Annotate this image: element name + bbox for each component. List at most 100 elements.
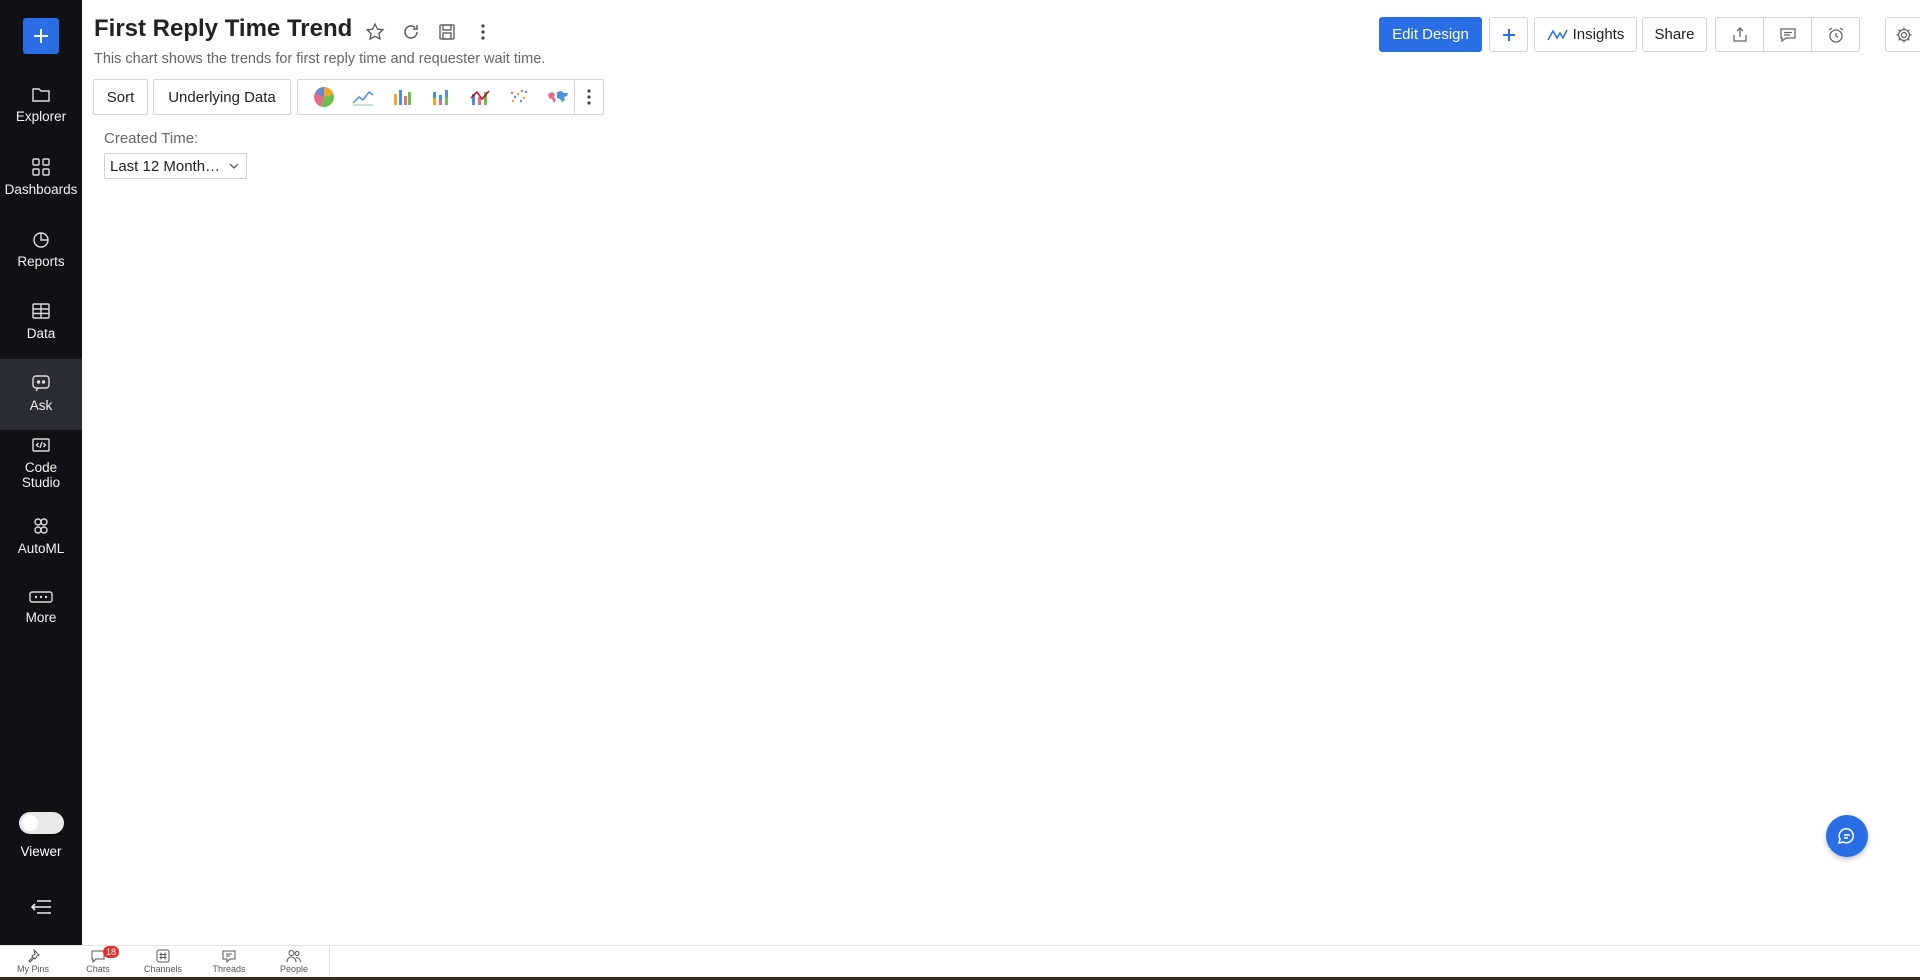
folder-icon xyxy=(32,88,50,102)
sidebar-item-label: Code Studio xyxy=(21,460,61,490)
people-icon xyxy=(286,950,301,963)
chat-assistant-button[interactable] xyxy=(1826,815,1868,857)
created-time-filter-label: Created Time: xyxy=(104,130,199,147)
bottombar-label: Threads xyxy=(212,964,246,974)
comments-button[interactable] xyxy=(1764,18,1812,51)
stacked-bar-chart-icon xyxy=(432,90,448,105)
chart-type-switcher xyxy=(297,79,604,115)
filter-selected-value: Last 12 Month… xyxy=(110,157,221,175)
title-more-options-button[interactable] xyxy=(472,21,494,43)
bottombar-label: Chats xyxy=(86,964,110,974)
bottom-messaging-bar: My Pins 18 Chats Channels Threads People xyxy=(0,945,1920,980)
export-icon xyxy=(1732,26,1747,42)
refresh-button[interactable] xyxy=(400,21,422,43)
sidebar-item-code-studio[interactable]: Code Studio xyxy=(0,437,82,490)
thread-icon xyxy=(222,950,236,963)
line-chart-type-button[interactable] xyxy=(343,80,382,114)
table-icon xyxy=(32,303,50,319)
collapse-sidebar-button[interactable] xyxy=(29,898,53,921)
bottombar-item-chats[interactable]: 18 Chats xyxy=(68,946,128,974)
sidebar-item-label: Dashboards xyxy=(4,182,78,197)
export-button[interactable] xyxy=(1716,18,1764,51)
sidebar-item-label: Ask xyxy=(29,398,53,413)
star-icon xyxy=(365,22,385,41)
sidebar-item-label: Reports xyxy=(17,254,65,269)
pie-chart-icon xyxy=(313,87,334,107)
stacked-bar-chart-type-button[interactable] xyxy=(421,80,460,114)
bar-chart-icon xyxy=(393,90,411,105)
edit-design-button[interactable]: Edit Design xyxy=(1379,17,1482,52)
insights-button[interactable]: Insights xyxy=(1534,17,1637,52)
kebab-menu-icon xyxy=(481,24,485,40)
favorite-button[interactable] xyxy=(364,21,386,43)
combo-chart-type-button[interactable] xyxy=(460,80,499,114)
sidebar-item-ask[interactable]: Ask xyxy=(0,359,82,430)
bottombar-item-people[interactable]: People xyxy=(264,949,324,974)
bottombar-item-channels[interactable]: Channels xyxy=(133,949,193,974)
save-button[interactable] xyxy=(436,21,458,43)
line-chart-icon xyxy=(351,90,373,106)
bottombar-label: Channels xyxy=(143,964,183,974)
scatter-chart-icon xyxy=(510,89,527,103)
comment-icon xyxy=(1779,27,1796,42)
gear-icon xyxy=(1896,27,1911,42)
underlying-data-button[interactable]: Underlying Data xyxy=(153,79,291,115)
add-button[interactable] xyxy=(1489,17,1528,52)
sidebar-item-label: Data xyxy=(26,326,56,341)
plus-icon xyxy=(1502,28,1515,41)
alarm-clock-icon xyxy=(1828,26,1843,43)
scatter-chart-type-button[interactable] xyxy=(499,80,538,114)
sidebar-item-explorer[interactable]: Explorer xyxy=(0,86,82,124)
more-chart-types-button[interactable] xyxy=(574,80,603,114)
combo-chart-icon xyxy=(469,90,490,105)
report-header: First Reply Time Trend This chart shows … xyxy=(82,0,1920,140)
pie-chart-icon xyxy=(33,232,49,248)
more-icon xyxy=(29,591,53,603)
sidebar-item-label: AutoML xyxy=(17,541,65,556)
collapse-menu-icon xyxy=(30,900,51,914)
viewer-toggle[interactable] xyxy=(19,812,64,834)
kebab-menu-icon xyxy=(587,89,591,105)
bar-chart-type-button[interactable] xyxy=(382,80,421,114)
insights-label: Insights xyxy=(1572,26,1625,43)
sidebar-item-label: Explorer xyxy=(15,109,67,124)
page-description: This chart shows the trends for first re… xyxy=(94,51,546,67)
chat-bubble-icon xyxy=(1837,828,1854,845)
bottombar-item-my-pins[interactable]: My Pins xyxy=(3,949,63,974)
geo-map-chart-type-button[interactable] xyxy=(538,80,577,114)
share-button[interactable]: Share xyxy=(1642,17,1707,52)
settings-button[interactable] xyxy=(1885,17,1920,52)
bottombar-label: People xyxy=(279,964,309,974)
sidebar-item-automl[interactable]: AutoML xyxy=(0,516,82,556)
page-title: First Reply Time Trend xyxy=(94,15,353,42)
plus-icon xyxy=(34,29,48,43)
sort-button[interactable]: Sort xyxy=(93,79,148,115)
schedule-alert-button[interactable] xyxy=(1812,18,1859,51)
left-sidebar: Explorer Dashboards Reports Data Ask Cod… xyxy=(0,0,82,945)
bottombar-item-threads[interactable]: Threads xyxy=(199,949,259,974)
unread-badge: 18 xyxy=(103,946,120,958)
create-new-button[interactable] xyxy=(23,18,59,54)
bottom-bar-group: My Pins 18 Chats Channels Threads People xyxy=(0,946,330,979)
sidebar-item-data[interactable]: Data xyxy=(0,301,82,341)
created-time-filter-select[interactable]: Last 12 Month… xyxy=(104,153,247,179)
insights-icon xyxy=(1546,28,1568,40)
hash-channel-icon xyxy=(156,949,170,963)
automl-icon xyxy=(34,518,48,534)
ask-bot-icon xyxy=(32,375,50,392)
chevron-down-icon xyxy=(229,163,239,169)
sidebar-item-more[interactable]: More xyxy=(0,589,82,625)
pin-icon xyxy=(28,949,40,963)
sidebar-item-reports[interactable]: Reports xyxy=(0,229,82,269)
dashboard-grid-icon xyxy=(32,158,50,176)
sidebar-item-label: More xyxy=(25,610,57,625)
bottombar-label: My Pins xyxy=(16,964,49,974)
viewer-label: Viewer xyxy=(20,844,62,859)
code-icon xyxy=(32,438,50,452)
refresh-icon xyxy=(404,25,418,39)
save-icon xyxy=(439,24,455,40)
sidebar-item-dashboards[interactable]: Dashboards xyxy=(0,157,82,197)
action-icon-group xyxy=(1715,17,1860,52)
pie-chart-type-button[interactable] xyxy=(304,80,343,114)
world-map-icon xyxy=(547,91,568,103)
